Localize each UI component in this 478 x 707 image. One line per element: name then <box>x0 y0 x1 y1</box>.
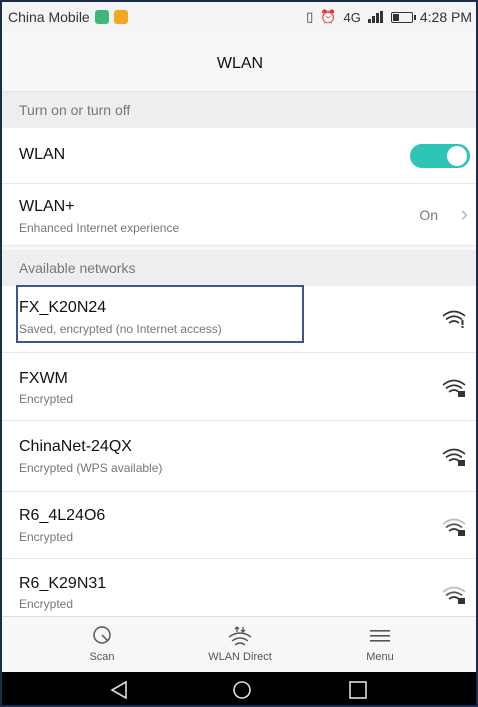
system-navigation-bar <box>2 672 476 705</box>
carrier-group: China Mobile <box>8 9 128 25</box>
bottom-action-bar: Scan WLAN Direct Menu <box>2 616 476 673</box>
network-row[interactable]: ChinaNet-24QX Encrypted (WPS available) <box>2 421 476 492</box>
signal-strength-icon <box>367 11 383 23</box>
wifi-warning-icon <box>442 310 466 328</box>
wlan-direct-label: WLAN Direct <box>208 651 272 663</box>
status-bar: China Mobile ▯ ⏰ 4G 4:28 PM <box>2 2 476 32</box>
wifi-locked-icon <box>442 586 466 604</box>
page-title: WLAN <box>2 32 476 92</box>
network-status: Encrypted <box>19 597 74 611</box>
wlan-plus-description: Enhanced Internet experience <box>19 221 180 235</box>
section-header-networks: Available networks <box>2 250 476 286</box>
menu-label: Menu <box>366 651 394 663</box>
battery-fill <box>392 13 399 21</box>
wifi-locked-icon <box>442 379 466 397</box>
message-notification-icon <box>94 10 109 24</box>
wlan-plus-label: WLAN+ <box>19 198 75 215</box>
network-row[interactable]: R6_4L24O6 Encrypted <box>2 492 476 559</box>
scan-button[interactable]: Scan <box>42 617 162 673</box>
network-name: R6_4L24O6 <box>19 507 106 524</box>
menu-icon <box>320 617 440 647</box>
home-icon[interactable] <box>228 679 256 701</box>
network-status: Encrypted (WPS available) <box>19 461 163 475</box>
vibrate-icon: ▯ <box>306 9 314 24</box>
alarm-icon: ⏰ <box>320 9 337 24</box>
toggle-knob <box>447 146 467 166</box>
network-row[interactable]: R6_K29N31 Encrypted <box>2 559 476 616</box>
phone-screen: China Mobile ▯ ⏰ 4G 4:28 PM WLAN Turn on… <box>0 0 478 707</box>
network-name: FXWM <box>19 370 68 387</box>
back-icon[interactable] <box>106 679 134 701</box>
battery-icon <box>390 11 416 23</box>
wifi-locked-icon <box>442 448 466 466</box>
wifi-locked-icon <box>442 518 466 536</box>
scan-icon <box>42 617 162 647</box>
network-status: Encrypted <box>19 530 74 544</box>
wlan-plus-value: On <box>419 207 438 223</box>
recent-apps-icon[interactable] <box>344 679 372 701</box>
network-type-label: 4G <box>343 9 361 25</box>
network-name: R6_K29N31 <box>19 575 107 592</box>
wlan-direct-button[interactable]: WLAN Direct <box>180 617 300 673</box>
section-header-toggle: Turn on or turn off <box>2 92 476 128</box>
carrier-name: China Mobile <box>8 9 90 25</box>
scan-label: Scan <box>89 651 115 663</box>
network-name: ChinaNet-24QX <box>19 438 132 455</box>
network-row[interactable]: FX_K20N24 Saved, encrypted (no Internet … <box>2 286 476 353</box>
chevron-right-icon: › <box>460 201 468 226</box>
menu-button[interactable]: Menu <box>320 617 440 673</box>
wlan-direct-icon <box>180 617 300 647</box>
network-row[interactable]: FXWM Encrypted <box>2 353 476 421</box>
network-status: Saved, encrypted (no Internet access) <box>19 322 222 336</box>
wlan-plus-row[interactable]: WLAN+ Enhanced Internet experience On › <box>2 184 476 246</box>
wlan-label: WLAN <box>19 146 66 163</box>
status-icons: ▯ ⏰ 4G 4:28 PM <box>306 2 472 32</box>
wlan-toggle-row[interactable]: WLAN <box>2 128 476 184</box>
network-status: Encrypted <box>19 392 74 406</box>
clock: 4:28 PM <box>419 9 472 25</box>
wlan-toggle-switch[interactable] <box>410 144 470 168</box>
app-notification-icon <box>113 10 128 24</box>
network-name: FX_K20N24 <box>19 299 107 316</box>
